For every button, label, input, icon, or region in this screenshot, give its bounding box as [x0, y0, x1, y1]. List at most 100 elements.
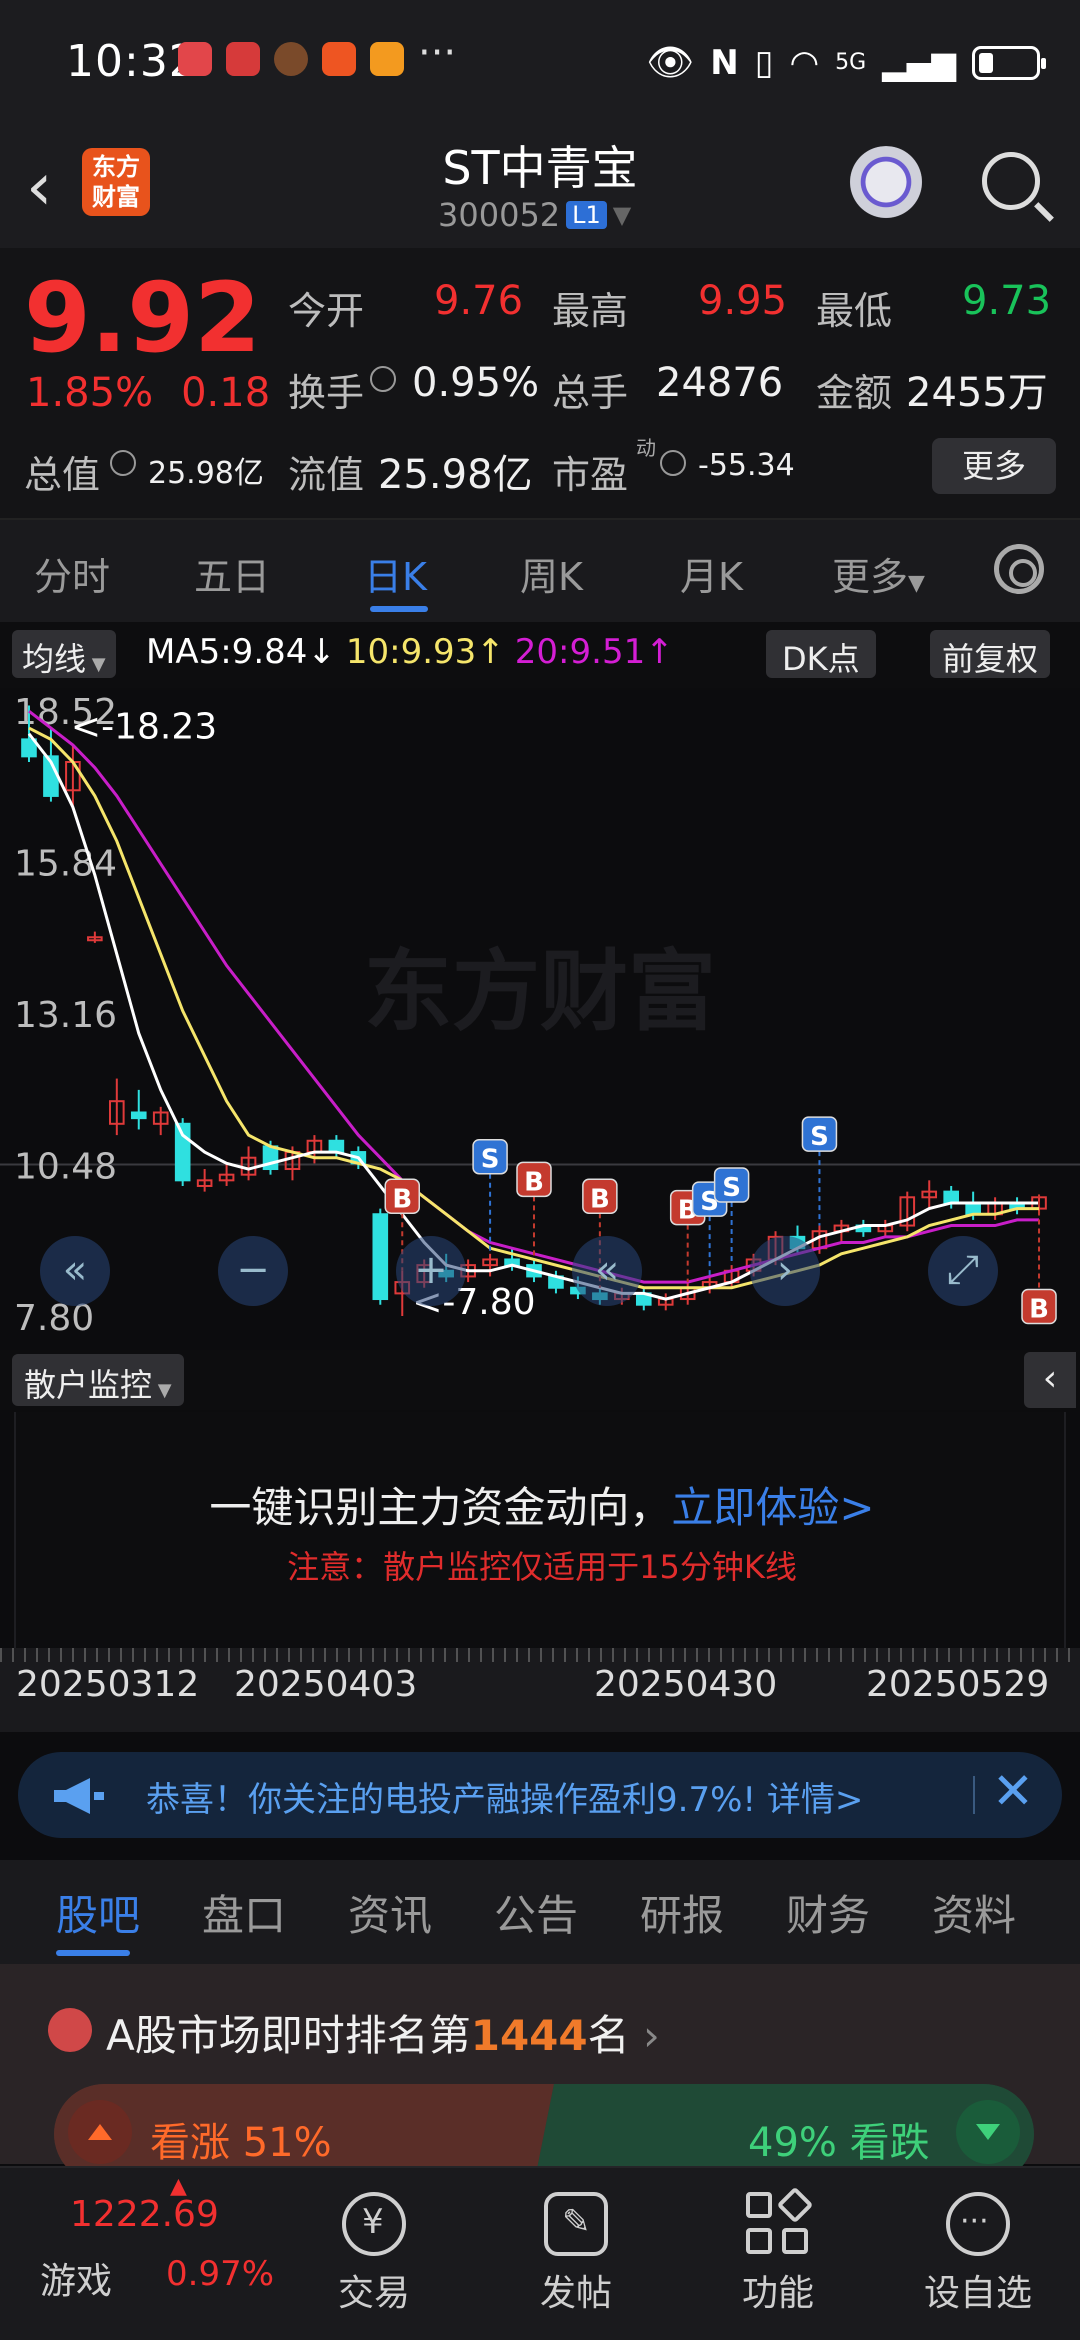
bull-text: 看涨 — [150, 2120, 230, 2166]
monitor-note: 注意：散户监控仅适用于15分钟K线 — [287, 1548, 797, 1586]
try-now-link[interactable]: 立即体验> — [671, 1483, 874, 1532]
more-button[interactable]: 更多 — [932, 438, 1056, 494]
more-notifications-icon: ··· — [418, 30, 457, 76]
scroll-right-button[interactable]: › — [750, 1236, 820, 1306]
candle-body — [372, 1213, 389, 1301]
assistant-robot-avatar[interactable] — [846, 146, 926, 226]
down-arrow-icon[interactable] — [956, 2100, 1020, 2164]
bear-text: 看跌 — [849, 2120, 930, 2166]
turnover-value: 0.95% — [412, 360, 540, 406]
nav-watchlist-label: 设自选 — [923, 2273, 1032, 2314]
tab-more[interactable]: 更多▼ — [832, 546, 925, 601]
nfc-icon: N — [710, 42, 739, 83]
candle-body — [328, 1139, 345, 1154]
edit-icon: ✎ — [544, 2192, 608, 2256]
tab-profile[interactable]: 资料 — [932, 1882, 1016, 1943]
pe-label: 市盈 — [552, 453, 629, 497]
date-axis: 20250312 20250403 20250430 20250529 — [0, 1648, 1080, 1732]
pe-dynamic-mark: 动 — [636, 436, 656, 460]
rank-text[interactable]: A股市场即时排名第1444名 › — [106, 2002, 660, 2063]
scroll-left-button[interactable]: « — [40, 1236, 110, 1306]
notification-icons — [178, 42, 404, 76]
tab-weekly-k[interactable]: 周K — [520, 546, 583, 601]
nav-functions[interactable]: 功能 — [718, 2168, 838, 2340]
float-value: 25.98亿 — [378, 452, 533, 498]
gear-icon[interactable] — [994, 544, 1044, 594]
stock-code-selector[interactable]: 300052 L1 ▼ — [438, 196, 631, 234]
index-ticker[interactable]: ▲ 1222.69 游戏 0.97% — [0, 2168, 274, 2340]
nav-post[interactable]: ✎ 发帖 — [516, 2168, 636, 2340]
tab-five-day[interactable]: 五日 — [194, 546, 270, 601]
up-triangle — [88, 2124, 112, 2140]
info-icon[interactable] — [110, 450, 136, 476]
high-annotation: <-18.23 — [71, 706, 217, 747]
tab-orderbook[interactable]: 盘口 — [202, 1882, 286, 1943]
change-percent: 1.85% — [26, 370, 154, 416]
signal-icon: ▂▄▆ — [882, 43, 956, 82]
fullscreen-icon[interactable]: ⤢ — [928, 1236, 998, 1306]
collapse-panel-button[interactable]: ‹ — [1024, 1352, 1076, 1408]
music-app-icon — [370, 42, 404, 76]
nav-post-label: 发帖 — [539, 2273, 612, 2314]
candle-body — [130, 1111, 147, 1120]
promo-notice[interactable]: 恭喜！你关注的电投产融操作盈利9.7%! 详情> ✕ — [18, 1752, 1062, 1838]
mktcap-label: 总值 — [24, 453, 101, 497]
date-label: 20250403 — [234, 1664, 418, 1705]
info-icon[interactable] — [370, 366, 396, 392]
scroll-start-button[interactable]: « — [572, 1236, 642, 1306]
megaphone-icon — [54, 1778, 104, 1814]
ma-selector[interactable]: 均线 ▼ — [12, 630, 116, 678]
date-label: 20250430 — [594, 1664, 778, 1705]
close-icon[interactable]: ✕ — [992, 1762, 1034, 1820]
up-arrow-icon[interactable] — [68, 2100, 132, 2164]
signal-label: S — [722, 1173, 741, 1203]
quote-panel: 9.92 1.85% 0.18 今开 9.76 最高 9.95 最低 9.73 … — [0, 248, 1080, 518]
tab-daily-k[interactable]: 日K — [364, 546, 427, 601]
tab-monthly-k[interactable]: 月K — [680, 546, 743, 601]
active-tab-indicator — [370, 606, 428, 612]
chevron-down-icon: ▼ — [612, 201, 632, 229]
tab-research[interactable]: 研报 — [640, 1882, 724, 1943]
candle-body — [965, 1201, 981, 1216]
ma-selector-label: 均线 — [22, 640, 87, 678]
tab-intraday[interactable]: 分时 — [34, 546, 110, 601]
indicator-selector[interactable]: 散户监控 ▼ — [12, 1354, 184, 1406]
yuan-icon: ¥ — [342, 2192, 406, 2256]
ma20-value: 20:9.51↑ — [514, 632, 674, 672]
tab-announcements[interactable]: 公告 — [494, 1882, 578, 1943]
notes-app-icon — [178, 42, 212, 76]
y-tick-label: 15.84 — [14, 844, 117, 885]
tab-financials[interactable]: 财务 — [786, 1882, 870, 1943]
monitor-bar: 散户监控 ▼ ‹ — [0, 1350, 1080, 1410]
more-dots-icon: ··· — [946, 2192, 1010, 2256]
ma5-value: MA5:9.84↓ — [146, 632, 336, 672]
zoom-in-button[interactable]: + — [396, 1236, 466, 1306]
dk-point-toggle[interactable]: DK点 — [766, 630, 876, 678]
info-icon[interactable] — [660, 450, 686, 476]
system-indicators: 👁 N ▯ ◠ 5G ▂▄▆ — [646, 40, 1046, 85]
tab-news[interactable]: 资讯 — [348, 1882, 432, 1943]
low-value: 9.73 — [962, 278, 1052, 324]
bull-pct: 51% — [242, 2120, 332, 2166]
zoom-out-button[interactable]: − — [218, 1236, 288, 1306]
amount-value: 2455万 — [906, 370, 1048, 416]
market-rank-card: A股市场即时排名第1444名 › 看涨 51% 49% 看跌 — [0, 1964, 1080, 2184]
index-value: 1222.69 — [70, 2194, 219, 2235]
period-tabs: 分时 五日 日K 周K 月K 更多▼ — [0, 518, 1080, 622]
huawei-app-icon — [226, 42, 260, 76]
battery-icon — [972, 45, 1046, 80]
y-tick-label: 13.16 — [14, 995, 117, 1036]
open-value: 9.76 — [434, 278, 524, 324]
adjust-selector[interactable]: 前复权 — [930, 630, 1051, 678]
divider — [973, 1776, 975, 1814]
nav-trade[interactable]: ¥ 交易 — [314, 2168, 434, 2340]
signal-label: B — [1029, 1295, 1049, 1325]
monitor-panel: 一键识别主力资金动向，立即体验> 注意：散户监控仅适用于15分钟K线 — [14, 1412, 1066, 1648]
index-name: 游戏 — [40, 2261, 113, 2302]
bearish-label: 49% 看跌 — [748, 2110, 930, 2168]
kline-chart[interactable]: 东方财富 18.52 15.84 13.16 10.48 7.80 <-18.23 <-7.8… — [0, 688, 1080, 1348]
tab-guba[interactable]: 股吧 — [56, 1882, 140, 1943]
monitor-headline: 一键识别主力资金动向，立即体验> — [16, 1474, 1068, 1535]
nav-watchlist[interactable]: ··· 设自选 — [918, 2168, 1038, 2340]
search-icon[interactable] — [982, 152, 1040, 210]
